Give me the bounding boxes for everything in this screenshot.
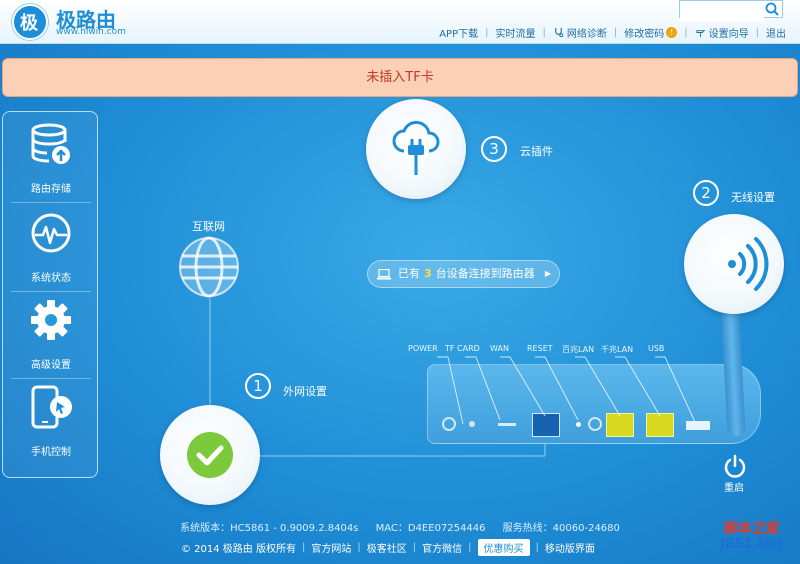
power-icon[interactable] bbox=[723, 454, 747, 478]
copyright: © 2014 极路由 版权所有 bbox=[181, 544, 296, 555]
footer-separator: | bbox=[412, 542, 417, 553]
footer-separator: | bbox=[468, 542, 472, 553]
official-site-link[interactable]: 官方网站 bbox=[311, 540, 351, 555]
watermark-line2: JB51.Net bbox=[720, 537, 784, 552]
promo-button[interactable]: 优惠购买 bbox=[477, 539, 530, 556]
footer-separator: | bbox=[535, 542, 539, 553]
service-hotline: 服务热线：40060-24680 bbox=[502, 523, 620, 534]
system-version: 系统版本：HC5861 - 0.9009.2.8404s bbox=[180, 523, 359, 534]
mobile-version-link[interactable]: 移动版界面 bbox=[545, 540, 595, 555]
system-info: 系统版本：HC5861 - 0.9009.2.8404s MAC：D4EE072… bbox=[0, 519, 800, 534]
port-leader-lines bbox=[437, 356, 696, 425]
footer-separator: | bbox=[302, 542, 306, 553]
watermark: 脚本之家 JB51.Net bbox=[720, 521, 784, 553]
watermark-line1: 脚本之家 bbox=[723, 521, 780, 537]
footer-separator: | bbox=[357, 542, 361, 553]
mac-address: MAC：D4EE07254446 bbox=[375, 523, 486, 534]
community-link[interactable]: 极客社区 bbox=[367, 540, 407, 555]
wechat-link[interactable]: 官方微信 bbox=[422, 540, 462, 555]
footer-links: © 2014 极路由 版权所有 | 官方网站 | 极客社区 | 官方微信 | 优… bbox=[181, 539, 595, 556]
reboot-label[interactable]: 重启 bbox=[724, 479, 744, 494]
